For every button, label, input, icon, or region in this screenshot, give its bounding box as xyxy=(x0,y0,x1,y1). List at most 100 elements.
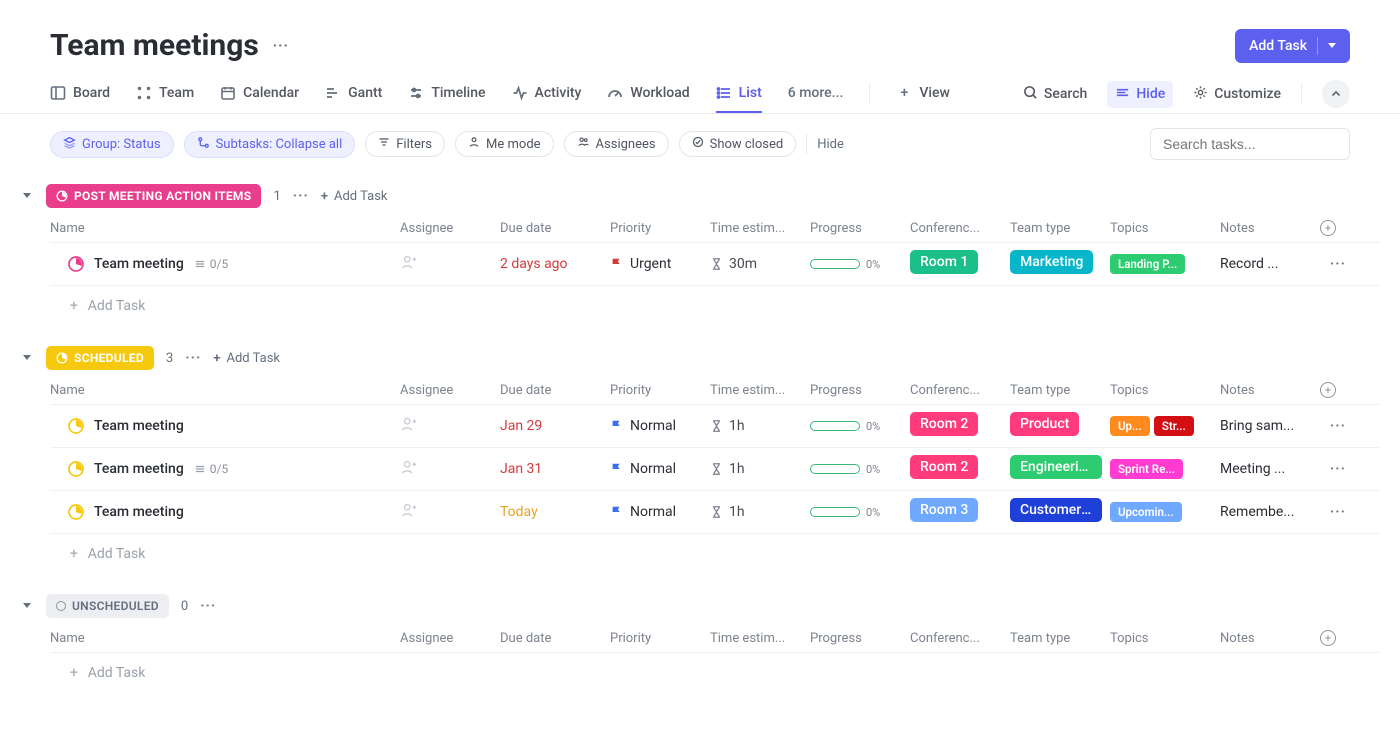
col-priority[interactable]: Priority xyxy=(610,221,710,236)
tab-timeline[interactable]: Timeline xyxy=(408,75,485,113)
add-column-button[interactable]: + xyxy=(1320,630,1336,646)
subtask-count[interactable]: 0/5 xyxy=(194,257,228,271)
priority-cell[interactable]: Normal xyxy=(610,418,710,434)
progress-cell[interactable]: 0% xyxy=(810,258,910,271)
col-due[interactable]: Due date xyxy=(500,631,610,646)
due-date[interactable]: Today xyxy=(500,504,610,520)
assign-button[interactable] xyxy=(400,501,500,523)
add-task-row[interactable]: + Add Task xyxy=(50,286,1380,318)
tab-activity[interactable]: Activity xyxy=(512,75,582,113)
conference-room-tag[interactable]: Room 1 xyxy=(910,250,978,274)
add-view-button[interactable]: + View xyxy=(896,75,950,113)
subtask-count[interactable]: 0/5 xyxy=(194,462,228,476)
time-estimate[interactable]: 30m xyxy=(710,256,810,272)
task-row[interactable]: Team meeting 0/5 2 days ago Urgent 30m 0… xyxy=(50,243,1380,286)
due-date[interactable]: Jan 31 xyxy=(500,461,610,477)
assign-button[interactable] xyxy=(400,415,500,437)
group-add-task[interactable]: +Add Task xyxy=(321,189,388,204)
group-status-badge[interactable]: UNSCHEDULED xyxy=(46,594,169,618)
priority-cell[interactable]: Normal xyxy=(610,461,710,477)
group-by-pill[interactable]: Group: Status xyxy=(50,131,174,158)
team-type-tag[interactable]: Product xyxy=(1010,412,1079,436)
tab-list[interactable]: List xyxy=(716,75,762,113)
col-name[interactable]: Name xyxy=(50,221,400,236)
col-progress[interactable]: Progress xyxy=(810,221,910,236)
title-more-icon[interactable]: ··· xyxy=(273,38,289,54)
tab-workload[interactable]: Workload xyxy=(607,75,689,113)
row-more-icon[interactable]: ··· xyxy=(1320,418,1354,434)
row-more-icon[interactable]: ··· xyxy=(1320,461,1354,477)
collapse-button[interactable] xyxy=(1322,80,1350,108)
add-column-button[interactable]: + xyxy=(1320,382,1336,398)
task-row[interactable]: Team meeting Today Normal 1h 0% Room 3 C… xyxy=(50,491,1380,534)
col-assignee[interactable]: Assignee xyxy=(400,383,500,398)
team-type-tag[interactable]: Customer ... xyxy=(1010,498,1102,522)
col-conf[interactable]: Conferenc... xyxy=(910,631,1010,646)
search-button[interactable]: Search xyxy=(1023,85,1087,104)
show-closed-pill[interactable]: Show closed xyxy=(679,131,797,157)
col-topics[interactable]: Topics xyxy=(1110,631,1220,646)
hide-columns-button[interactable]: Hide xyxy=(1107,81,1173,108)
progress-cell[interactable]: 0% xyxy=(810,463,910,476)
tab-team[interactable]: Team xyxy=(136,75,194,113)
priority-cell[interactable]: Urgent xyxy=(610,256,710,272)
col-time[interactable]: Time estim... xyxy=(710,631,810,646)
topic-tag[interactable]: Upcomin... xyxy=(1110,502,1182,522)
topic-tag[interactable]: Str... xyxy=(1154,416,1194,436)
col-notes[interactable]: Notes xyxy=(1220,221,1320,236)
group-caret[interactable] xyxy=(20,353,34,363)
col-time[interactable]: Time estim... xyxy=(710,221,810,236)
col-priority[interactable]: Priority xyxy=(610,631,710,646)
assign-button[interactable] xyxy=(400,253,500,275)
tab-gantt[interactable]: Gantt xyxy=(325,75,382,113)
group-caret[interactable] xyxy=(20,601,34,611)
customize-button[interactable]: Customize xyxy=(1193,85,1281,104)
topic-tag[interactable]: Up... xyxy=(1110,416,1150,436)
add-column-button[interactable]: + xyxy=(1320,220,1336,236)
assign-button[interactable] xyxy=(400,458,500,480)
row-more-icon[interactable]: ··· xyxy=(1320,256,1354,272)
col-conf[interactable]: Conferenc... xyxy=(910,221,1010,236)
group-add-task[interactable]: +Add Task xyxy=(213,351,280,366)
col-conf[interactable]: Conferenc... xyxy=(910,383,1010,398)
task-row[interactable]: Team meeting Jan 29 Normal 1h 0% Room 2 … xyxy=(50,405,1380,448)
conference-room-tag[interactable]: Room 2 xyxy=(910,455,978,479)
col-topics[interactable]: Topics xyxy=(1110,221,1220,236)
assignees-pill[interactable]: Assignees xyxy=(564,131,669,157)
group-status-badge[interactable]: SCHEDULED xyxy=(46,346,154,370)
tab-board[interactable]: Board xyxy=(50,75,110,113)
team-type-tag[interactable]: Marketing xyxy=(1010,250,1093,274)
due-date[interactable]: Jan 29 xyxy=(500,418,610,434)
hide-filters-button[interactable]: Hide xyxy=(817,137,844,152)
col-assignee[interactable]: Assignee xyxy=(400,631,500,646)
task-row[interactable]: Team meeting 0/5 Jan 31 Normal 1h 0% Roo… xyxy=(50,448,1380,491)
group-more-icon[interactable]: ··· xyxy=(185,350,201,366)
add-task-row[interactable]: + Add Task xyxy=(50,534,1380,566)
col-teamtype[interactable]: Team type xyxy=(1010,383,1110,398)
time-estimate[interactable]: 1h xyxy=(710,461,810,477)
tab-calendar[interactable]: Calendar xyxy=(220,75,299,113)
group-more-icon[interactable]: ··· xyxy=(200,598,216,614)
col-teamtype[interactable]: Team type xyxy=(1010,631,1110,646)
col-notes[interactable]: Notes xyxy=(1220,383,1320,398)
col-notes[interactable]: Notes xyxy=(1220,631,1320,646)
progress-cell[interactable]: 0% xyxy=(810,506,910,519)
col-topics[interactable]: Topics xyxy=(1110,383,1220,398)
priority-cell[interactable]: Normal xyxy=(610,504,710,520)
group-more-icon[interactable]: ··· xyxy=(293,188,309,204)
col-progress[interactable]: Progress xyxy=(810,383,910,398)
due-date[interactable]: 2 days ago xyxy=(500,256,610,272)
conference-room-tag[interactable]: Room 3 xyxy=(910,498,978,522)
topic-tag[interactable]: Sprint Re... xyxy=(1110,459,1183,479)
col-due[interactable]: Due date xyxy=(500,221,610,236)
tab-more[interactable]: 6 more... xyxy=(788,75,844,113)
time-estimate[interactable]: 1h xyxy=(710,504,810,520)
filters-pill[interactable]: Filters xyxy=(365,131,445,157)
notes-cell[interactable]: Bring sam... xyxy=(1220,418,1320,434)
col-progress[interactable]: Progress xyxy=(810,631,910,646)
time-estimate[interactable]: 1h xyxy=(710,418,810,434)
row-more-icon[interactable]: ··· xyxy=(1320,504,1354,520)
col-assignee[interactable]: Assignee xyxy=(400,221,500,236)
col-due[interactable]: Due date xyxy=(500,383,610,398)
add-task-button[interactable]: Add Task xyxy=(1235,29,1350,63)
